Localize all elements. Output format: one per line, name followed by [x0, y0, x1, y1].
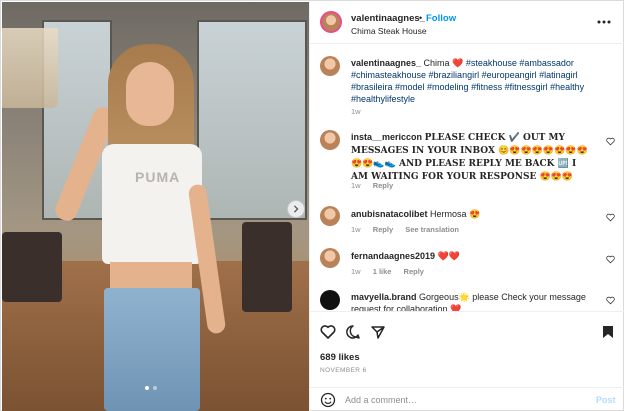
caption-username[interactable]: valentinaagnes_	[351, 58, 421, 68]
avatar[interactable]	[320, 290, 340, 310]
list-item: fernandaagnes2019 ❤️❤️ 1w 1 like Reply	[310, 247, 624, 283]
avatar[interactable]	[320, 130, 340, 150]
comment-body: Hermosa 😍	[430, 209, 481, 219]
follow-button[interactable]: Follow	[426, 13, 456, 24]
comments-list[interactable]: valentinaagnes_ Chima ❤️ #steakhouse #am…	[310, 45, 624, 311]
more-icon[interactable]	[596, 16, 612, 28]
comment-time[interactable]: 1w	[351, 267, 361, 276]
heart-icon[interactable]	[320, 324, 336, 340]
post-header: valentinaagnes_ • Follow Chima Steak Hou…	[310, 2, 624, 44]
comment-text: anubisnatacolibet Hermosa 😍	[351, 208, 591, 220]
like-count[interactable]: 1 like	[373, 267, 392, 276]
shirt-logo-text: PUMA	[135, 169, 181, 185]
comment-username[interactable]: insta__mericcon	[351, 132, 422, 142]
list-item: mavyella.brand Gorgeous🌟 please Check yo…	[310, 289, 624, 311]
caption-text-start: Chima	[423, 58, 450, 68]
heart-icon[interactable]	[606, 255, 615, 264]
heart-icon[interactable]	[606, 137, 615, 146]
comment-time[interactable]: 1w	[351, 181, 361, 190]
emoji-icon[interactable]	[320, 392, 336, 408]
carousel-dot	[153, 386, 157, 390]
separator-dot: •	[419, 13, 423, 23]
comment-text: mavyella.brand Gorgeous🌟 please Check yo…	[351, 291, 591, 311]
comment-text: insta__mericcon PLEASE CHECK ✔️ OUT MY M…	[351, 131, 591, 183]
avatar[interactable]	[320, 11, 342, 33]
comment-icon[interactable]	[345, 324, 361, 340]
see-translation-button[interactable]: See translation	[405, 225, 459, 234]
caption-meta: 1w	[351, 107, 371, 116]
reply-button[interactable]: Reply	[373, 225, 393, 234]
photo-subject: PUMA	[52, 44, 230, 411]
chevron-right-icon	[293, 205, 299, 213]
comment-username[interactable]: mavyella.brand	[351, 292, 417, 302]
background-chair	[2, 232, 62, 302]
heart-icon[interactable]	[606, 213, 615, 222]
caption-text: valentinaagnes_ Chima ❤️ #steakhouse #am…	[351, 57, 591, 105]
avatar[interactable]	[320, 206, 340, 226]
bookmark-icon[interactable]	[600, 324, 616, 340]
reply-button[interactable]: Reply	[373, 181, 393, 190]
comment-meta: 1w 1 like Reply	[351, 267, 434, 276]
background-chair	[242, 222, 292, 312]
comment-meta: 1w Reply See translation	[351, 225, 469, 234]
background-lamp	[2, 28, 58, 108]
post-comment-button[interactable]: Post	[596, 395, 616, 405]
post-modal: PUMA valentinaagnes_ • Follow Chima Stea…	[0, 0, 624, 411]
post-photo[interactable]: PUMA	[2, 2, 309, 411]
comment-body: ❤️❤️	[437, 251, 460, 261]
carousel-dot	[145, 386, 149, 390]
comment-input[interactable]	[345, 393, 575, 407]
share-icon[interactable]	[370, 324, 386, 340]
heart-icon[interactable]	[606, 296, 615, 305]
comment-username[interactable]: fernandaagnes2019	[351, 251, 435, 261]
comment-username[interactable]: anubisnatacolibet	[351, 209, 428, 219]
caption: valentinaagnes_ Chima ❤️ #steakhouse #am…	[310, 55, 624, 117]
list-item: anubisnatacolibet Hermosa 😍 1w Reply See…	[310, 205, 624, 241]
reply-button[interactable]: Reply	[404, 267, 424, 276]
comment-meta: 1w Reply	[351, 181, 403, 190]
carousel-next-button[interactable]	[287, 200, 305, 218]
comment-text: fernandaagnes2019 ❤️❤️	[351, 250, 591, 262]
location-link[interactable]: Chima Steak House	[351, 26, 427, 36]
post-actions: 689 likes NOVEMBER 6 Post	[310, 311, 624, 411]
carousel-dots	[145, 386, 157, 390]
add-comment-bar: Post	[310, 387, 624, 411]
likes-count[interactable]: 689 likes	[320, 352, 360, 363]
avatar[interactable]	[320, 56, 340, 76]
post-details: valentinaagnes_ • Follow Chima Steak Hou…	[309, 2, 624, 411]
post-date[interactable]: NOVEMBER 6	[320, 367, 367, 374]
list-item: insta__mericcon PLEASE CHECK ✔️ OUT MY M…	[310, 129, 624, 199]
avatar[interactable]	[320, 248, 340, 268]
author-username[interactable]: valentinaagnes_	[351, 13, 425, 24]
comment-time[interactable]: 1w	[351, 225, 361, 234]
caption-time[interactable]: 1w	[351, 107, 361, 116]
caption-emoji: ❤️	[452, 58, 464, 68]
